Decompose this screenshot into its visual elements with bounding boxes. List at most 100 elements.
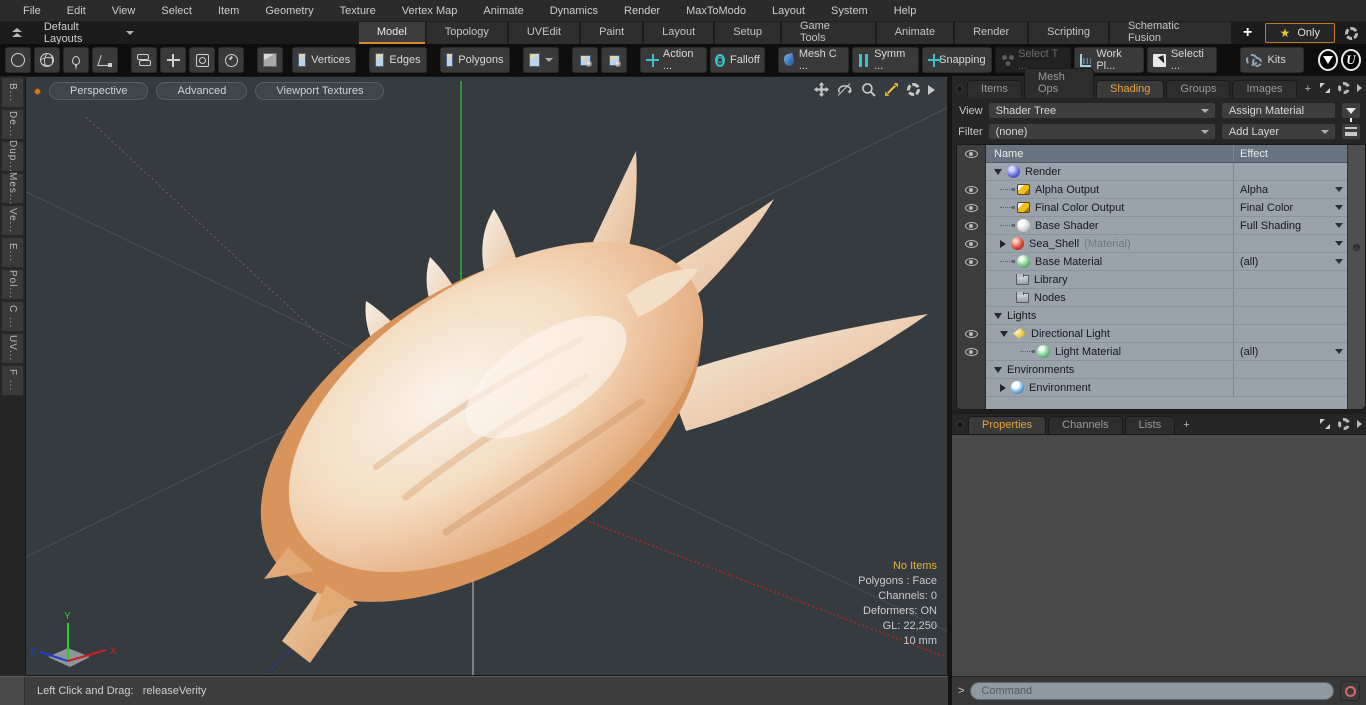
unreal-bridge-logo-icon[interactable]: U — [1340, 49, 1362, 71]
layout-tab-topology[interactable]: Topology — [426, 22, 507, 44]
shading-style-dropdown[interactable]: Advanced — [156, 82, 248, 100]
tab-channels[interactable]: Channels — [1048, 416, 1123, 434]
expand-panel-icon[interactable] — [1319, 418, 1331, 430]
collapse-bar-button[interactable] — [0, 22, 34, 44]
eye-icon[interactable] — [964, 186, 978, 194]
menu-vertex-map[interactable]: Vertex Map — [389, 2, 471, 20]
edges-mode-button[interactable]: Edges — [369, 47, 427, 73]
menu-edit[interactable]: Edit — [54, 2, 99, 20]
panel-gear-icon[interactable] — [1338, 82, 1350, 94]
layout-tab-setup[interactable]: Setup — [715, 22, 780, 44]
plugin-logo-icon[interactable] — [1317, 49, 1338, 71]
layout-tab-animate[interactable]: Animate — [876, 22, 954, 44]
scroll-grip-icon[interactable] — [1353, 243, 1360, 251]
effect-dropdown-icon[interactable] — [1335, 349, 1343, 354]
rectangle-tool-button[interactable] — [189, 47, 216, 73]
zoom-view-icon[interactable] — [861, 82, 876, 97]
twirl-closed-icon[interactable] — [1000, 383, 1006, 392]
layout-tab-paint[interactable]: Paint — [581, 22, 643, 44]
filter-dropdown[interactable]: (none) — [987, 123, 1216, 140]
select-ring-button[interactable] — [601, 47, 628, 73]
camera-view-dropdown[interactable]: Perspective — [49, 82, 149, 100]
add-panel-tab-button[interactable]: + — [1299, 81, 1317, 98]
action-center-button[interactable]: Action ... — [640, 47, 707, 73]
tab-properties[interactable]: Properties — [968, 416, 1047, 434]
arrange-tool-button[interactable] — [131, 47, 158, 73]
tab-groups[interactable]: Groups — [1166, 80, 1231, 98]
viewport-textures-dropdown[interactable]: Viewport Textures — [255, 82, 385, 100]
tree-row-library[interactable]: Library — [986, 271, 1347, 289]
polygons-mode-button[interactable]: Polygons — [439, 47, 510, 73]
item-mode-button[interactable] — [257, 47, 284, 73]
menu-file[interactable]: File — [10, 2, 54, 20]
ellipse-primitive-button[interactable] — [5, 47, 31, 73]
menu-item[interactable]: Item — [205, 2, 252, 20]
pan-view-icon[interactable] — [814, 82, 829, 97]
panel-gear-icon[interactable] — [1338, 418, 1350, 430]
layout-tab-uvedit[interactable]: UVEdit — [508, 22, 580, 44]
radial-tool-button[interactable] — [218, 47, 245, 73]
twirl-open-icon[interactable] — [994, 312, 1002, 319]
favorites-only-button[interactable]: ★ Only — [1264, 23, 1335, 43]
tree-row-environments[interactable]: Environments — [986, 361, 1347, 379]
eye-icon[interactable] — [964, 150, 978, 158]
toolbox-tab-falloff[interactable]: F ... — [1, 365, 24, 396]
snapping-button[interactable]: Snapping — [921, 47, 992, 73]
assign-material-button[interactable]: Assign Material — [1220, 102, 1336, 119]
transform-tool-button[interactable] — [160, 47, 187, 73]
toolbox-tab-edge[interactable]: E... — [1, 237, 24, 268]
add-layout-tab-button[interactable]: + — [1231, 22, 1265, 44]
twirl-closed-icon[interactable] — [1000, 239, 1006, 248]
twirl-open-icon[interactable] — [994, 168, 1002, 175]
eye-icon[interactable] — [964, 330, 978, 338]
tree-scrollbar[interactable] — [1347, 145, 1365, 409]
menu-maxtomodo[interactable]: MaxToModo — [673, 2, 759, 20]
panel-flyout-icon[interactable] — [1357, 420, 1362, 428]
curve-tool-button[interactable] — [92, 47, 118, 73]
tab-shading[interactable]: Shading — [1096, 80, 1165, 98]
toolbox-tab-mesh[interactable]: Mes... — [1, 172, 24, 205]
materials-mode-dropdown[interactable] — [522, 47, 559, 73]
viewport-flyout-icon[interactable] — [928, 84, 935, 95]
effect-dropdown-icon[interactable] — [1335, 223, 1343, 228]
layout-tab-model[interactable]: Model — [358, 22, 425, 44]
tree-row-nodes[interactable]: Nodes — [986, 289, 1347, 307]
macro-record-button[interactable] — [1340, 681, 1360, 701]
eye-icon[interactable] — [964, 204, 978, 212]
gear-icon[interactable] — [1345, 26, 1358, 40]
tab-mesh-ops[interactable]: Mesh Ops — [1023, 68, 1095, 98]
menu-layout[interactable]: Layout — [759, 2, 818, 20]
selection-sets-button[interactable]: Selecti ... — [1147, 47, 1218, 73]
toolbox-tab-polygon[interactable]: Pol... — [1, 269, 24, 300]
layout-tab-game-tools[interactable]: Game Tools — [781, 20, 875, 44]
menu-select[interactable]: Select — [148, 2, 205, 20]
command-input[interactable] — [970, 682, 1334, 700]
mesh-constraint-button[interactable]: Mesh C ... — [778, 47, 850, 73]
layout-tab-schematic-fusion[interactable]: Schematic Fusion — [1109, 20, 1231, 44]
tree-row-base-material[interactable]: Base Material (all) — [986, 253, 1347, 271]
tab-lists[interactable]: Lists — [1124, 416, 1176, 434]
tree-row-directional-light[interactable]: Directional Light — [986, 325, 1347, 343]
select-loop-button[interactable] — [572, 47, 599, 73]
maximize-viewport-icon[interactable] — [884, 82, 899, 97]
effect-dropdown-icon[interactable] — [1335, 187, 1343, 192]
layout-tab-layout[interactable]: Layout — [644, 22, 714, 44]
layout-preset-dropdown[interactable]: Default Layouts — [34, 21, 144, 45]
tree-row-final-color-output[interactable]: Final Color Output Final Color — [986, 199, 1347, 217]
effect-dropdown-icon[interactable] — [1335, 205, 1343, 210]
toolbox-tab-uv[interactable]: UV... — [1, 333, 24, 364]
menu-texture[interactable]: Texture — [327, 2, 389, 20]
tree-row-light-material[interactable]: Light Material (all) — [986, 343, 1347, 361]
toolbox-tab-vertex[interactable]: Ve... — [1, 205, 24, 236]
view-mode-dropdown[interactable]: Shader Tree — [987, 102, 1216, 119]
expand-panel-icon[interactable] — [1319, 82, 1331, 94]
menu-view[interactable]: View — [99, 2, 149, 20]
effect-dropdown-icon[interactable] — [1335, 259, 1343, 264]
add-properties-tab-button[interactable]: + — [1177, 417, 1195, 434]
twirl-open-icon[interactable] — [994, 366, 1002, 373]
menu-dynamics[interactable]: Dynamics — [537, 2, 611, 20]
tree-row-environment[interactable]: Environment — [986, 379, 1347, 397]
menu-geometry[interactable]: Geometry — [252, 2, 326, 20]
layer-presets-button[interactable] — [1340, 123, 1361, 140]
menu-animate[interactable]: Animate — [470, 2, 536, 20]
